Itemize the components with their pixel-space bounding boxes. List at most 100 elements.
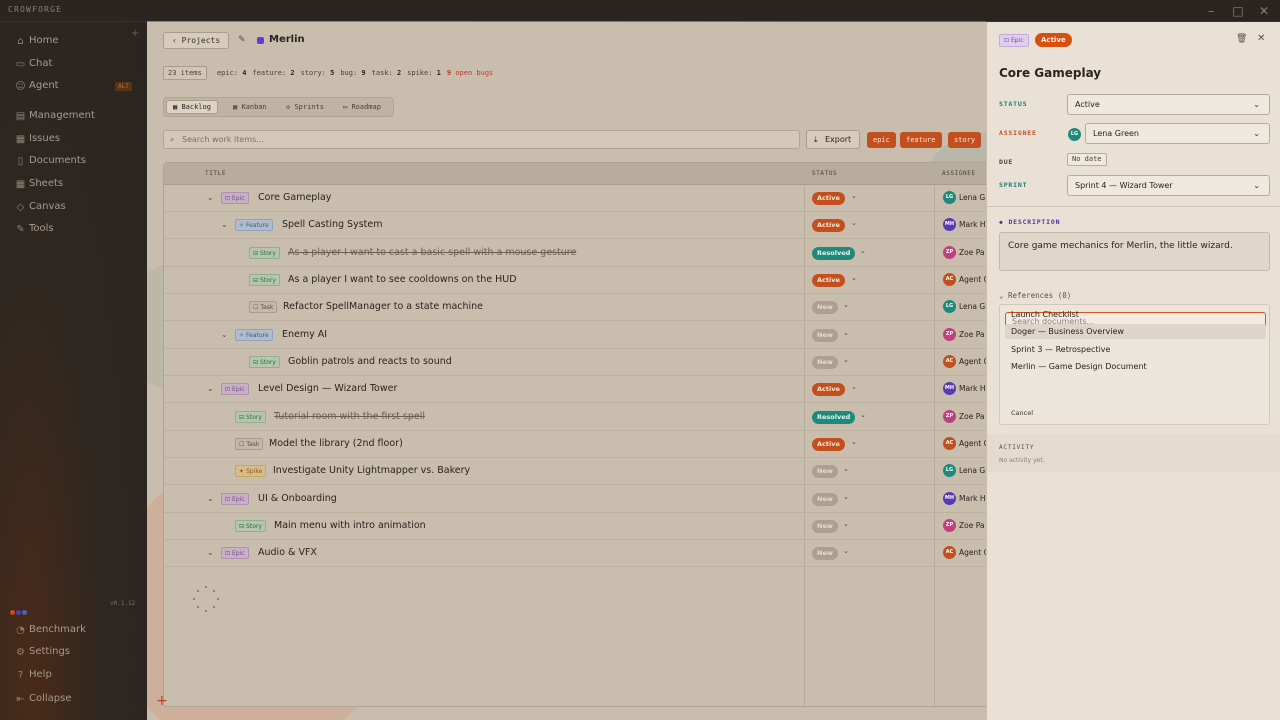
maximize-button[interactable]: □ xyxy=(1228,3,1248,19)
due-date-button[interactable]: No date xyxy=(1067,153,1107,166)
chevron-down-icon[interactable]: ⌄ xyxy=(843,329,849,337)
table-row[interactable]: ⊟ Story As a player I want to cast a basic… xyxy=(164,240,986,267)
filter-feature[interactable]: feature xyxy=(900,132,942,148)
status-badge[interactable]: Active xyxy=(812,383,845,397)
assignee-select[interactable]: Lena Green ⌄ xyxy=(1085,123,1270,144)
sidebar-item-issues[interactable]: ▦ Issues xyxy=(0,129,147,151)
sidebar-item-home[interactable]: ⌂ Home xyxy=(0,31,147,53)
filter-epic[interactable]: epic xyxy=(867,132,896,148)
table-row[interactable]: ⊟ Story Tutorial room with the first spell… xyxy=(164,404,986,431)
tab-sprints[interactable]: ✣ Sprints xyxy=(280,100,330,114)
item-title[interactable]: As a player I want to cast a basic spell… xyxy=(288,247,576,258)
tab-kanban[interactable]: ▦ Kanban xyxy=(227,100,273,114)
table-row[interactable]: ⊟ Story Goblin patrols and reacts to sound… xyxy=(164,349,986,376)
status-badge[interactable]: New xyxy=(812,355,838,369)
item-title[interactable]: Core Gameplay xyxy=(258,192,331,203)
open-bugs-count[interactable]: 9 open bugs xyxy=(447,69,493,77)
item-title[interactable]: Main menu with intro animation xyxy=(274,520,426,531)
description-header[interactable]: ◆ DESCRIPTION xyxy=(999,218,1060,226)
document-option[interactable]: Merlin — Game Design Document xyxy=(1005,359,1266,374)
table-row[interactable]: ⌄ ✧ Feature Spell Casting System Active ⌄ MH Ma… xyxy=(164,212,986,240)
sidebar-item-collapse[interactable]: ⇤ Collapse xyxy=(0,689,147,711)
sidebar-item-documents[interactable]: ▯ Documents xyxy=(0,151,147,173)
chevron-down-icon[interactable]: ⌄ xyxy=(843,356,849,364)
pencil-icon[interactable]: ✎ xyxy=(238,35,246,45)
document-option[interactable]: Sprint 3 — Retrospective xyxy=(1005,342,1266,357)
table-row[interactable]: ✦ Spike Investigate Unity Lightmapper vs. … xyxy=(164,458,986,486)
chevron-down-icon[interactable]: ⌄ xyxy=(843,493,849,501)
status-badge[interactable]: Active xyxy=(812,437,845,451)
status-badge[interactable]: New xyxy=(812,301,838,315)
chevron-down-icon[interactable]: ⌄ xyxy=(843,520,849,528)
chevron-down-icon[interactable]: ⌄ xyxy=(207,494,214,503)
sidebar-item-chat[interactable]: ▭ Chat xyxy=(0,54,147,76)
sidebar-item-management[interactable]: ▤ Management xyxy=(0,106,147,128)
item-title[interactable]: Goblin patrols and reacts to sound xyxy=(288,356,452,367)
item-title[interactable]: Audio & VFX xyxy=(258,547,317,558)
status-badge[interactable]: New xyxy=(812,328,838,342)
status-badge[interactable]: New xyxy=(812,492,838,506)
chevron-down-icon[interactable]: ⌄ xyxy=(843,301,849,309)
table-row[interactable]: ⊟ Story Main menu with intro animation New ⌄… xyxy=(164,513,986,540)
chevron-down-icon[interactable]: ⌄ xyxy=(207,193,214,202)
sidebar-item-help[interactable]: ? Help xyxy=(0,665,147,687)
item-title[interactable]: As a player I want to see cooldowns on t… xyxy=(288,274,517,285)
chevron-down-icon[interactable]: ⌄ xyxy=(860,247,866,255)
item-title[interactable]: Spell Casting System xyxy=(282,219,382,230)
document-option[interactable]: Launch Checklist xyxy=(1005,307,1266,322)
item-title[interactable]: Enemy AI xyxy=(282,329,327,340)
chevron-down-icon[interactable]: ⌄ xyxy=(851,274,857,282)
item-title[interactable]: Level Design — Wizard Tower xyxy=(258,383,397,394)
status-badge[interactable]: Resolved xyxy=(812,246,856,260)
sidebar-item-canvas[interactable]: ◇ Canvas xyxy=(0,197,147,219)
minimize-button[interactable]: – xyxy=(1201,3,1221,19)
chevron-down-icon[interactable]: ⌄ xyxy=(860,411,866,419)
search-input[interactable]: ⌕ Search work items... xyxy=(163,130,800,149)
table-row[interactable]: ⊟ Story As a player I want to see cooldown… xyxy=(164,267,986,294)
references-toggle[interactable]: ⌄ References (0) xyxy=(999,291,1071,300)
status-badge[interactable]: New xyxy=(812,519,838,533)
item-title[interactable]: Refactor SpellManager to a state machine xyxy=(283,301,483,312)
chevron-down-icon[interactable]: ⌄ xyxy=(851,383,857,391)
filter-story[interactable]: story xyxy=(948,132,982,148)
close-icon[interactable]: ✕ xyxy=(1257,33,1265,44)
sprint-select[interactable]: Sprint 4 — Wizard Tower ⌄ xyxy=(1067,175,1270,196)
tab-backlog[interactable]: ▦ Backlog xyxy=(166,100,218,114)
status-badge[interactable]: New xyxy=(812,547,838,561)
status-badge[interactable]: Active xyxy=(812,219,845,233)
sidebar-item-benchmark[interactable]: ◔ Benchmark xyxy=(0,620,147,642)
sidebar-item-sheets[interactable]: ▦ Sheets xyxy=(0,174,147,196)
table-row[interactable]: ☐ Task Model the library (2nd floor) Active… xyxy=(164,431,986,458)
status-select[interactable]: Active ⌄ xyxy=(1067,94,1270,115)
status-badge[interactable]: Active xyxy=(812,273,845,287)
table-row[interactable]: ⌄ ✧ Feature Enemy AI New ⌄ ZP Zoe Pa xyxy=(164,322,986,349)
chevron-down-icon[interactable]: ⌄ xyxy=(851,192,857,200)
table-row[interactable]: ⌄ ⊡ Epic Core Gameplay Active ⌄ LG Lena Gr xyxy=(164,185,986,212)
chevron-down-icon[interactable]: ⌄ xyxy=(207,384,214,393)
col-title[interactable]: TITLE xyxy=(205,170,226,177)
status-badge[interactable]: Resolved xyxy=(812,410,856,424)
table-row[interactable]: ⌄ ⊡ Epic Level Design — Wizard Tower Active ⌄… xyxy=(164,376,986,404)
col-status[interactable]: STATUS xyxy=(812,170,837,177)
trash-icon[interactable]: 🗑 xyxy=(1236,34,1247,44)
chevron-down-icon[interactable]: ⌄ xyxy=(221,220,228,229)
sidebar-item-tools[interactable]: ✎ Tools xyxy=(0,219,147,241)
chevron-down-icon[interactable]: ⌄ xyxy=(221,330,228,339)
sidebar-item-agent[interactable]: ☺ Agent ALT xyxy=(0,76,147,98)
col-assignee[interactable]: ASSIGNEE xyxy=(942,170,976,177)
item-title[interactable]: Tutorial room with the first spell xyxy=(274,411,425,422)
window-close-button[interactable]: ✕ xyxy=(1254,3,1274,19)
chevron-down-icon[interactable]: ⌄ xyxy=(851,438,857,446)
tab-roadmap[interactable]: ▭ Roadmap xyxy=(337,100,387,114)
chevron-down-icon[interactable]: ⌄ xyxy=(851,219,857,227)
chevron-down-icon[interactable]: ⌄ xyxy=(207,548,214,557)
description-field[interactable]: Core game mechanics for Merlin, the litt… xyxy=(999,232,1270,271)
back-to-projects-button[interactable]: ‹ Projects xyxy=(163,32,230,49)
chevron-down-icon[interactable]: ⌄ xyxy=(843,547,849,555)
detail-title[interactable]: Core Gameplay xyxy=(999,66,1101,80)
table-row[interactable]: ⌄ ⊡ Epic UI & Onboarding New ⌄ MH Mark H xyxy=(164,486,986,513)
chevron-down-icon[interactable]: ⌄ xyxy=(843,465,849,473)
item-title[interactable]: UI & Onboarding xyxy=(258,493,337,504)
status-badge[interactable]: Active xyxy=(812,192,845,205)
table-row[interactable]: ☐ Task Refactor SpellManager to a state ma… xyxy=(164,294,986,322)
